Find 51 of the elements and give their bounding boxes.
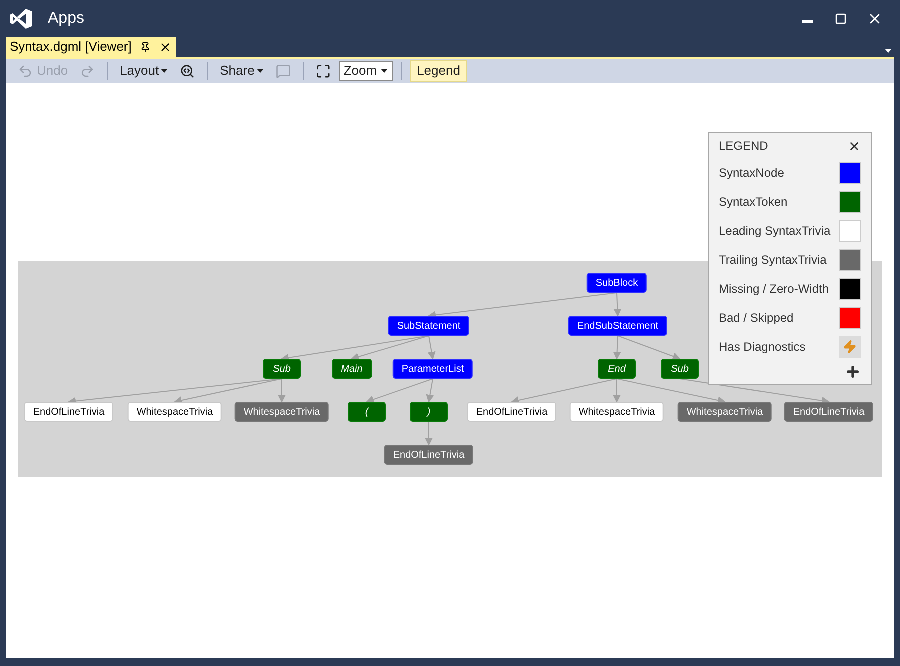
- graph-node[interactable]: Main: [332, 359, 372, 379]
- graph-node[interactable]: ): [410, 402, 448, 422]
- close-icon[interactable]: [158, 40, 172, 54]
- graph-node[interactable]: Sub: [661, 359, 699, 379]
- graph-node[interactable]: EndOfLineTrivia: [384, 445, 474, 465]
- edge-arrow: [425, 422, 433, 446]
- pin-icon[interactable]: [140, 42, 151, 52]
- graph-node[interactable]: WhitespaceTrivia: [678, 402, 772, 422]
- legend-title: LEGEND: [719, 138, 768, 155]
- legend-label: SyntaxToken: [719, 194, 788, 210]
- graph-node[interactable]: End: [598, 359, 636, 379]
- graph-node[interactable]: SubStatement: [388, 316, 470, 336]
- diagnostics-lightning-icon: [839, 336, 861, 358]
- legend-label: Bad / Skipped: [719, 310, 794, 326]
- graph-node[interactable]: EndOfLineTrivia: [24, 402, 114, 422]
- graph-node[interactable]: EndOfLineTrivia: [784, 402, 874, 422]
- graph-node[interactable]: EndSubStatement: [568, 316, 668, 336]
- graph-node[interactable]: Sub: [263, 359, 301, 379]
- add-icon[interactable]: [845, 364, 861, 380]
- document-tab[interactable]: Syntax.dgml [Viewer]: [6, 37, 176, 57]
- graph-node[interactable]: SubBlock: [586, 273, 648, 293]
- legend-label: Trailing SyntaxTrivia: [719, 252, 827, 268]
- comment-icon: [276, 64, 291, 78]
- legend-label: Leading SyntaxTrivia: [719, 222, 831, 240]
- redo-icon: [80, 64, 96, 78]
- graph-node[interactable]: (: [348, 402, 386, 422]
- zoom-select[interactable]: Zoom: [338, 61, 394, 81]
- menu-button[interactable]: Layout: [116, 61, 172, 81]
- fit-icon: [316, 64, 331, 78]
- legend-label: SyntaxNode: [719, 164, 784, 182]
- app-logo-icon: [10, 8, 32, 28]
- graph-node[interactable]: WhitespaceTrivia: [128, 402, 222, 422]
- minimize-icon: [802, 20, 812, 23]
- window-title: Apps: [48, 8, 84, 28]
- dropdown-caret-icon: [381, 69, 388, 73]
- undo-icon: [18, 64, 33, 78]
- graph-node[interactable]: ParameterList: [392, 359, 474, 379]
- dropdown-caret-icon: [885, 49, 892, 53]
- graph-node[interactable]: WhitespaceTrivia: [570, 402, 664, 422]
- legend-toggle-button[interactable]: Legend: [410, 60, 468, 82]
- legend-label: Has Diagnostics: [719, 338, 806, 356]
- graph-node[interactable]: EndOfLineTrivia: [467, 402, 557, 422]
- graph-node[interactable]: WhitespaceTrivia: [234, 402, 330, 422]
- legend-label: Missing / Zero-Width: [719, 280, 830, 298]
- find-icon: [180, 64, 196, 78]
- tab-list-caret-icon[interactable]: [885, 49, 892, 53]
- menu-button[interactable]: Share: [216, 61, 268, 81]
- close-icon[interactable]: [848, 140, 861, 152]
- dropdown-caret-icon: [161, 69, 168, 73]
- dropdown-caret-icon: [256, 69, 264, 73]
- maximize-icon: [835, 12, 847, 24]
